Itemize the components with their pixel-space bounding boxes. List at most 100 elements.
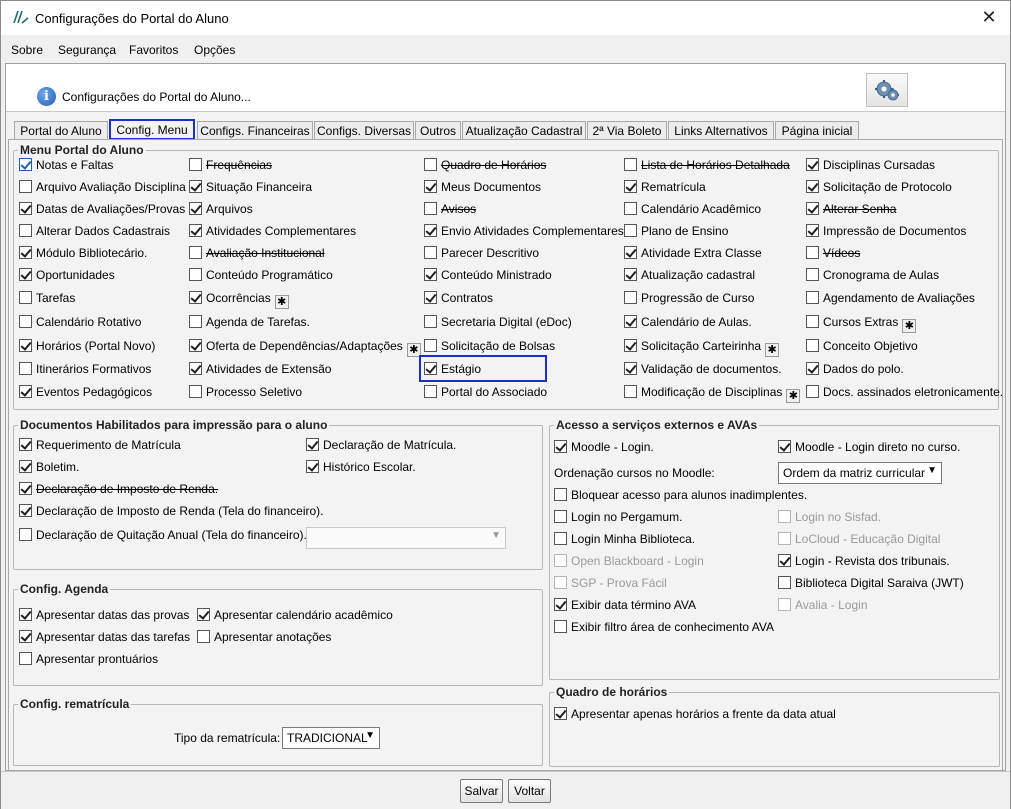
checkbox-checked-icon[interactable]	[189, 339, 202, 352]
checkbox-checked-icon[interactable]	[306, 460, 319, 473]
checkbox-biblioteca-digital-saraiva-jwt[interactable]: Biblioteca Digital Saraiva (JWT)	[778, 576, 964, 592]
checkbox-unchecked-icon[interactable]	[424, 385, 437, 398]
checkbox-docs-assinados-eletronicamente[interactable]: Docs. assinados eletronicamente.	[806, 385, 1003, 401]
checkbox-checked-icon[interactable]	[19, 608, 32, 621]
checkbox-unchecked-icon[interactable]	[189, 268, 202, 281]
checkbox-solicitacao-de-bolsas[interactable]: Solicitação de Bolsas	[424, 339, 555, 355]
checkbox-unchecked-icon[interactable]	[424, 246, 437, 259]
checkbox-checked-icon[interactable]	[19, 385, 32, 398]
gear-icon[interactable]: ✱	[274, 295, 289, 309]
menu-opcoes[interactable]: Opções	[194, 43, 235, 57]
checkbox-checked-icon[interactable]	[778, 554, 791, 567]
checkbox-unchecked-icon[interactable]	[806, 246, 819, 259]
checkbox-unchecked-icon[interactable]	[806, 315, 819, 328]
checkbox-conceito-objetivo[interactable]: Conceito Objetivo	[806, 339, 918, 355]
checkbox-checked-icon[interactable]	[806, 224, 819, 237]
checkbox-progressao-de-curso[interactable]: Progressão de Curso	[624, 291, 754, 307]
checkbox-atividades-complementares[interactable]: Atividades Complementares	[189, 224, 356, 240]
checkbox-lista-de-horarios-detalhada[interactable]: Lista de Horários Detalhada	[624, 158, 790, 174]
tab-atualizacao-cadastral[interactable]: Atualização Cadastral	[462, 121, 586, 139]
checkbox-parecer-descritivo[interactable]: Parecer Descritivo	[424, 246, 539, 262]
checkbox-unchecked-icon[interactable]	[189, 158, 202, 171]
checkbox-impressao-de-documentos[interactable]: Impressão de Documentos	[806, 224, 966, 240]
save-button[interactable]: Salvar	[460, 779, 503, 803]
checkbox-frequencias[interactable]: Frequências	[189, 158, 272, 174]
checkbox-atividade-extra-classe[interactable]: Atividade Extra Classe	[624, 246, 762, 262]
checkbox-checked-icon[interactable]	[189, 291, 202, 304]
checkbox-unchecked-icon[interactable]	[424, 158, 437, 171]
checkbox-alterar-senha[interactable]: Alterar Senha	[806, 202, 896, 218]
checkbox-unchecked-icon[interactable]	[554, 620, 567, 633]
checkbox-unchecked-icon[interactable]	[554, 510, 567, 523]
checkbox-oportunidades[interactable]: Oportunidades	[19, 268, 115, 284]
checkbox-validacao-de-documentos[interactable]: Validação de documentos.	[624, 362, 782, 378]
checkbox-agendamento-de-avaliacoes[interactable]: Agendamento de Avaliações	[806, 291, 975, 307]
checkbox-unchecked-icon[interactable]	[624, 291, 637, 304]
tab-links-alternativos[interactable]: Links Alternativos	[668, 121, 774, 139]
checkbox-videos[interactable]: Vídeos	[806, 246, 860, 262]
checkbox-bloquear-acesso-para-alunos-inadimplentes[interactable]: Bloquear acesso para alunos inadimplente…	[554, 488, 807, 504]
checkbox-unchecked-icon[interactable]	[778, 576, 791, 589]
checkbox-plano-de-ensino[interactable]: Plano de Ensino	[624, 224, 728, 240]
checkbox-avaliacao-institucional[interactable]: Avaliação Institucional	[189, 246, 325, 262]
checkbox-checked-icon[interactable]	[778, 440, 791, 453]
checkbox-agenda-de-tarefas[interactable]: Agenda de Tarefas.	[189, 315, 310, 331]
checkbox-checked-icon[interactable]	[806, 180, 819, 193]
checkbox-boletim[interactable]: Boletim.	[19, 460, 79, 476]
checkbox-checked-icon[interactable]	[806, 362, 819, 375]
checkbox-checked-icon[interactable]	[189, 180, 202, 193]
checkbox-moodle-login[interactable]: Moodle - Login.	[554, 440, 654, 456]
checkbox-checked-icon[interactable]	[624, 268, 637, 281]
checkbox-checked-icon[interactable]	[306, 438, 319, 451]
checkbox-checked-icon[interactable]	[624, 246, 637, 259]
checkbox-oferta-de-dependencias-adaptacoes[interactable]: Oferta de Dependências/Adaptações ✱	[189, 339, 421, 357]
checkbox-ocorrencias[interactable]: Ocorrências ✱	[189, 291, 289, 309]
checkbox-calendario-rotativo[interactable]: Calendário Rotativo	[19, 315, 141, 331]
checkbox-datas-de-avaliacoes-provas[interactable]: Datas de Avaliações/Provas	[19, 202, 185, 218]
checkbox-unchecked-icon[interactable]	[189, 246, 202, 259]
checkbox-declaracao-de-imposto-de-renda[interactable]: Declaração de Imposto de Renda.	[19, 482, 218, 498]
checkbox-historico-escolar[interactable]: Histórico Escolar.	[306, 460, 416, 476]
checkbox-unchecked-icon[interactable]	[197, 630, 210, 643]
checkbox-unchecked-icon[interactable]	[189, 315, 202, 328]
checkbox-checked-icon[interactable]	[424, 291, 437, 304]
checkbox-checked-icon[interactable]	[189, 362, 202, 375]
checkbox-cronograma-de-aulas[interactable]: Cronograma de Aulas	[806, 268, 939, 284]
moodle-order-combo[interactable]: Ordem da matriz curricular ▼	[778, 462, 942, 484]
checkbox-unchecked-icon[interactable]	[624, 158, 637, 171]
tab-config-menu[interactable]: Config. Menu	[109, 119, 195, 140]
checkbox-calendario-academico[interactable]: Calendário Acadêmico	[624, 202, 761, 218]
checkbox-unchecked-icon[interactable]	[189, 385, 202, 398]
checkbox-unchecked-icon[interactable]	[806, 268, 819, 281]
menu-sobre[interactable]: Sobre	[11, 43, 43, 57]
tab-configs-financeiras[interactable]: Configs. Financeiras	[197, 121, 313, 139]
checkbox-notas-e-faltas[interactable]: Notas e Faltas	[19, 158, 113, 174]
checkbox-unchecked-icon[interactable]	[806, 385, 819, 398]
checkbox-secretaria-digital-edoc[interactable]: Secretaria Digital (eDoc)	[424, 315, 572, 331]
checkbox-checked-icon[interactable]	[19, 268, 32, 281]
checkbox-login-no-pergamum[interactable]: Login no Pergamum.	[554, 510, 682, 526]
checkbox-declaracao-de-imposto-de-renda-tela-do-financeiro[interactable]: Declaração de Imposto de Renda (Tela do …	[19, 504, 324, 520]
checkbox-checked-icon[interactable]	[424, 180, 437, 193]
checkbox-checked-icon[interactable]	[189, 202, 202, 215]
checkbox-unchecked-icon[interactable]	[19, 528, 32, 541]
tab-portal-do-aluno[interactable]: Portal do Aluno	[14, 121, 108, 139]
checkbox-horarios-portal-novo[interactable]: Horários (Portal Novo)	[19, 339, 155, 355]
checkbox-unchecked-icon[interactable]	[19, 291, 32, 304]
checkbox-tarefas[interactable]: Tarefas	[19, 291, 75, 307]
checkbox-unchecked-icon[interactable]	[554, 488, 567, 501]
checkbox-contratos[interactable]: Contratos	[424, 291, 493, 307]
checkbox-unchecked-icon[interactable]	[19, 362, 32, 375]
checkbox-solicitacao-de-protocolo[interactable]: Solicitação de Protocolo	[806, 180, 952, 196]
checkbox-apresentar-anotacoes[interactable]: Apresentar anotações	[197, 630, 331, 646]
back-button[interactable]: Voltar	[508, 779, 551, 803]
checkbox-checked-icon[interactable]	[19, 460, 32, 473]
checkbox-unchecked-icon[interactable]	[19, 652, 32, 665]
checkbox-apresentar-apenas-horarios-a-frente-da-data-atual[interactable]: Apresentar apenas horários a frente da d…	[554, 707, 836, 723]
checkbox-envio-atividades-complementares[interactable]: Envio Atividades Complementares	[424, 224, 624, 240]
checkbox-checked-icon[interactable]	[19, 482, 32, 495]
checkbox-atividades-de-extensao[interactable]: Atividades de Extensão	[189, 362, 331, 378]
checkbox-checked-icon[interactable]	[554, 598, 567, 611]
checkbox-meus-documentos[interactable]: Meus Documentos	[424, 180, 541, 196]
rematricula-type-combo[interactable]: TRADICIONAL ▼	[282, 727, 380, 749]
